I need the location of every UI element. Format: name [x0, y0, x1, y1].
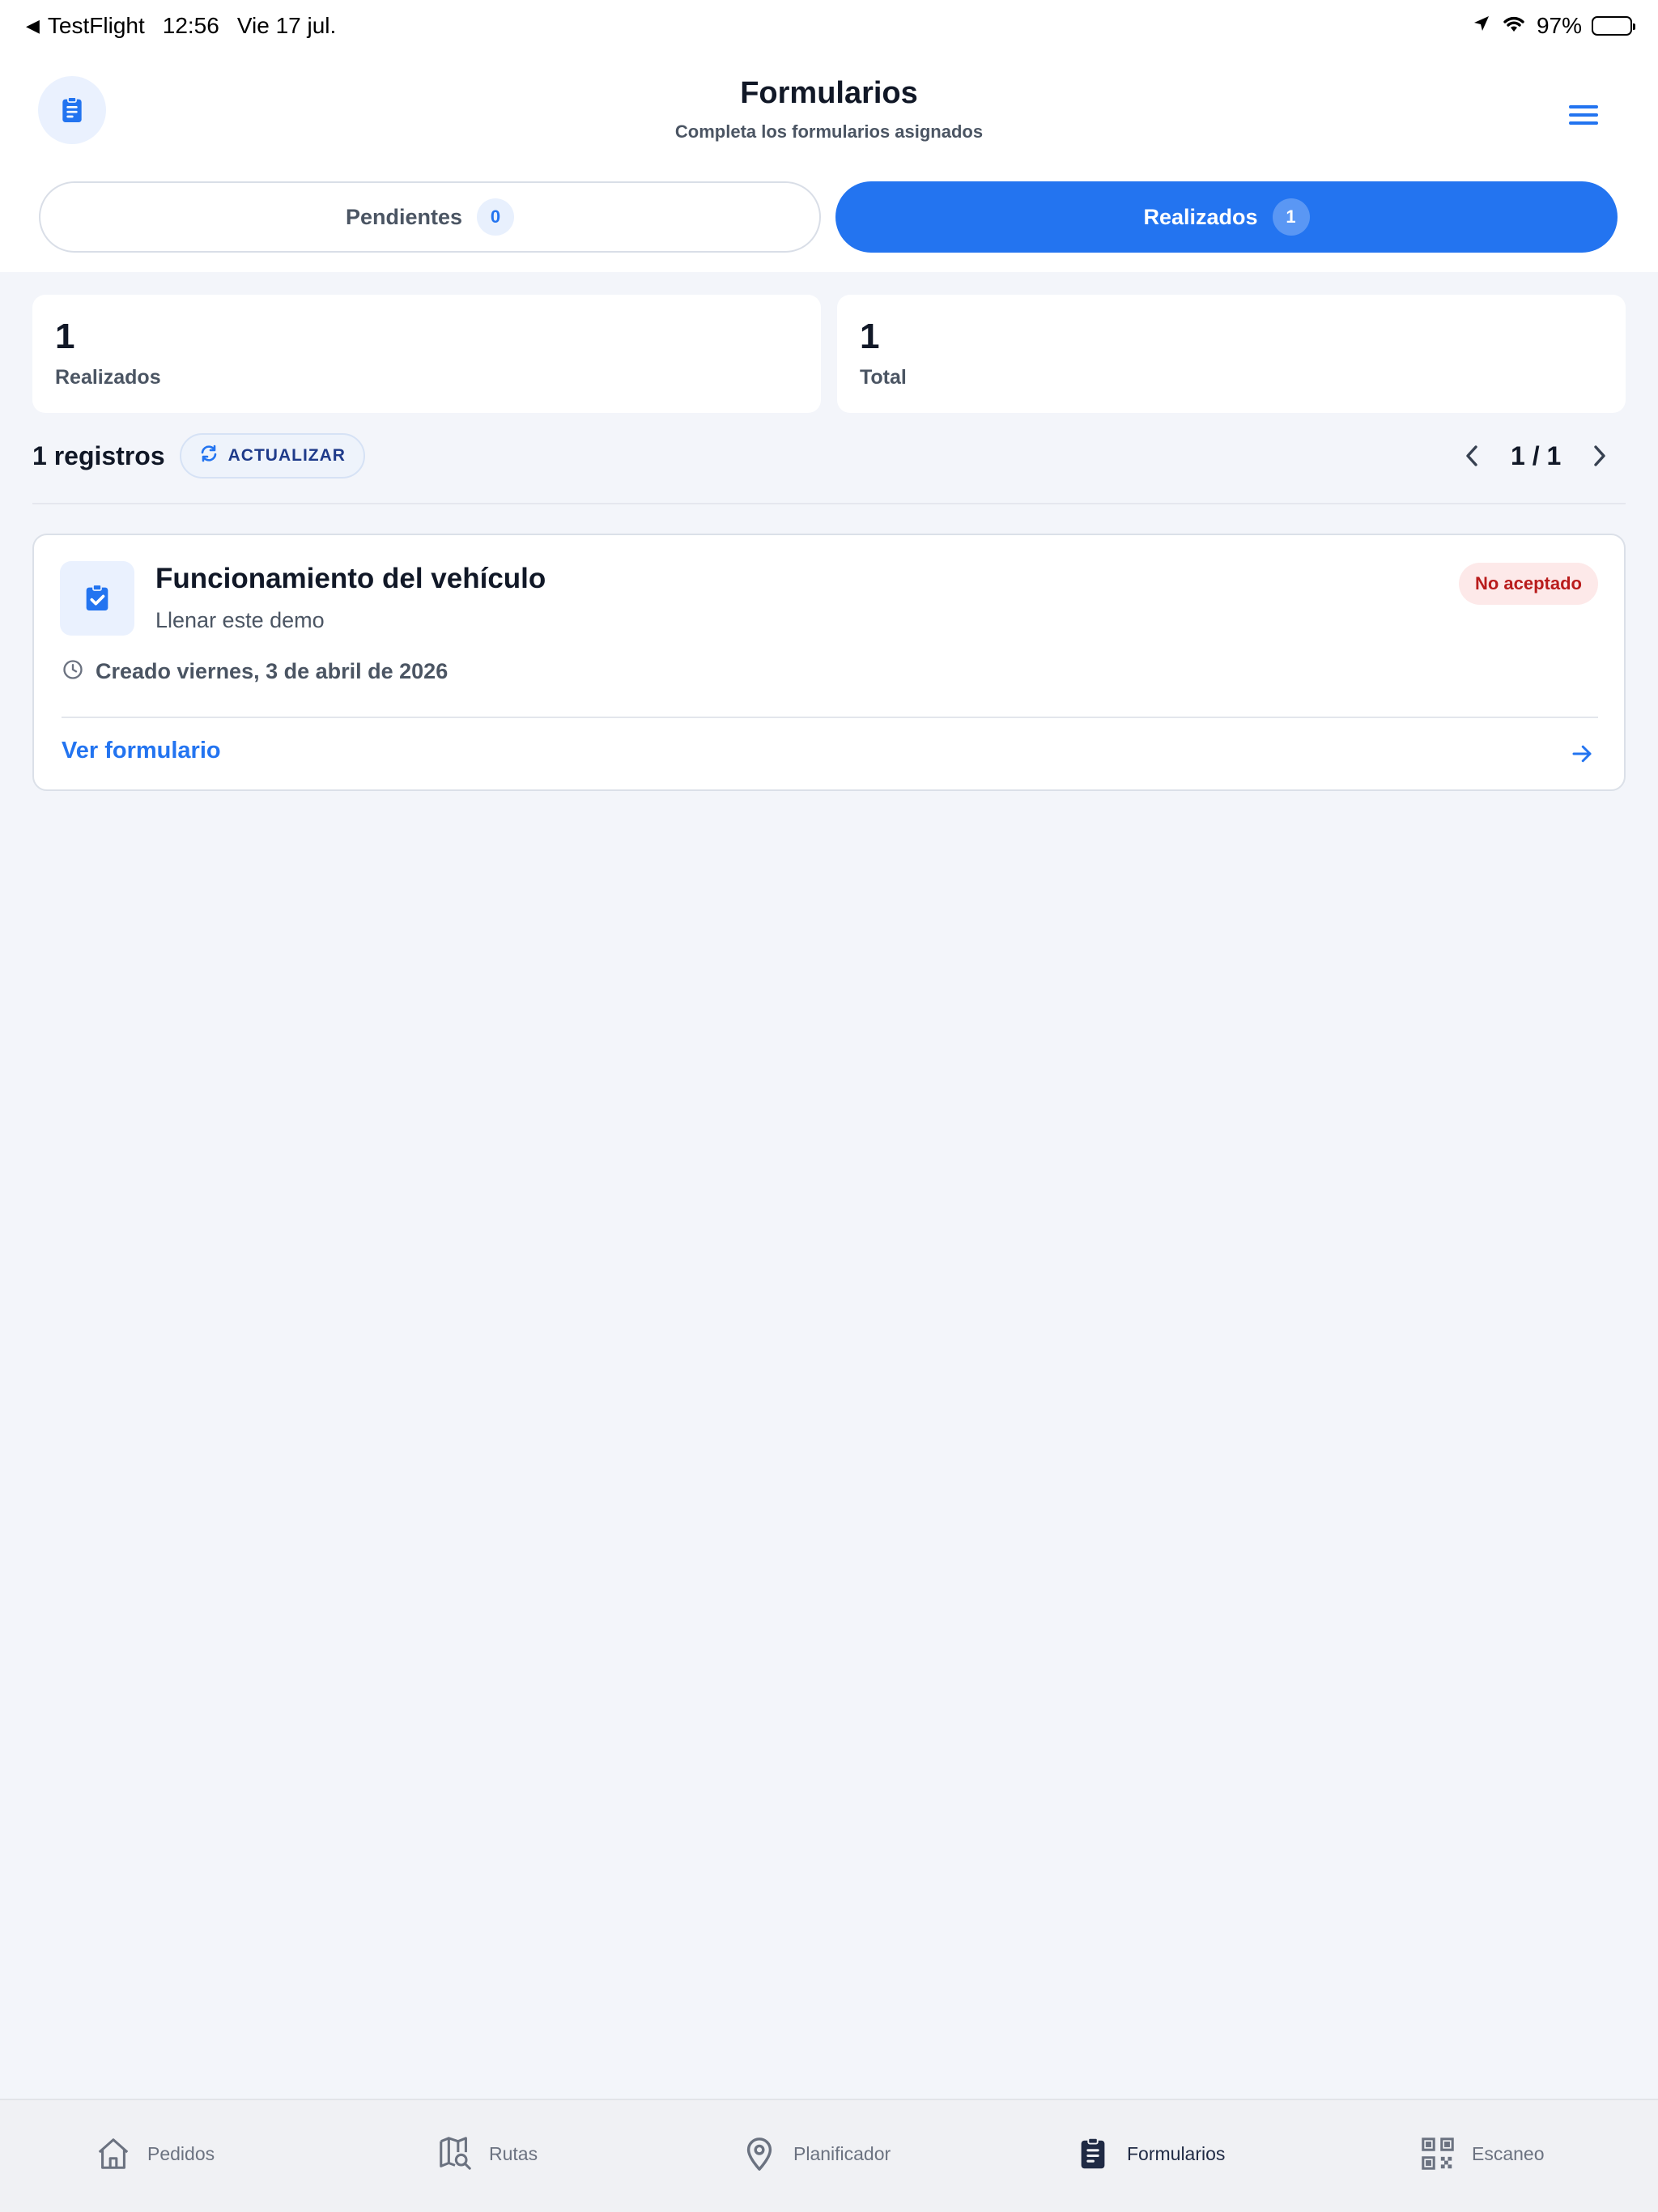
nav-planificador[interactable]: Planificador	[740, 2131, 891, 2176]
battery-icon	[1592, 16, 1635, 36]
qr-code-icon	[1418, 2134, 1457, 2173]
tab-pendientes-label: Pendientes	[345, 204, 463, 229]
view-form-link[interactable]: Ver formulario	[62, 738, 221, 764]
nav-escaneo-label: Escaneo	[1472, 2142, 1545, 2164]
map-search-icon	[436, 2134, 474, 2173]
home-icon	[94, 2134, 133, 2173]
stat-card-realizados: 1 Realizados	[32, 295, 821, 413]
stat-label: Realizados	[55, 366, 161, 389]
nav-rutas-label: Rutas	[489, 2142, 538, 2164]
stat-value: 1	[55, 317, 75, 356]
chevron-right-icon[interactable]	[1585, 441, 1614, 470]
pagination: 1 / 1	[1457, 432, 1614, 479]
map-pin-icon	[740, 2134, 779, 2173]
refresh-button[interactable]: ACTUALIZAR	[179, 433, 365, 479]
clipboard-check-icon	[60, 561, 134, 636]
nav-formularios[interactable]: Formularios	[1073, 2131, 1225, 2176]
back-app-label[interactable]: TestFlight	[48, 13, 145, 39]
bottom-tab-bar: Pedidos Rutas Planificador Formularios E…	[0, 2099, 1658, 2212]
battery-percent: 97%	[1536, 13, 1582, 38]
hamburger-menu-icon[interactable]	[1554, 91, 1613, 139]
clock-icon	[62, 658, 84, 685]
records-toolbar: 1 registros ACTUALIZAR	[32, 432, 365, 479]
nav-rutas[interactable]: Rutas	[436, 2131, 538, 2176]
card-divider	[62, 717, 1598, 718]
status-right: 97%	[1472, 13, 1635, 39]
nav-pedidos[interactable]: Pedidos	[94, 2131, 215, 2176]
created-date: Creado viernes, 3 de abril de 2026	[96, 659, 449, 683]
back-triangle-icon[interactable]: ◀	[26, 15, 40, 36]
clipboard-list-icon	[1073, 2134, 1112, 2173]
status-bar: ◀ TestFlight 12:56 Vie 17 jul. 97%	[0, 0, 1658, 52]
chevron-left-icon[interactable]	[1457, 441, 1486, 470]
nav-planificador-label: Planificador	[793, 2142, 891, 2164]
location-arrow-icon	[1472, 13, 1491, 39]
records-count: 1 registros	[32, 440, 165, 470]
wifi-icon	[1501, 13, 1527, 39]
section-divider	[32, 503, 1626, 504]
app-header: Formularios Completa los formularios asi…	[0, 52, 1658, 272]
tab-realizados[interactable]: Realizados 1	[835, 181, 1618, 253]
form-card[interactable]: Funcionamiento del vehículo Llenar este …	[32, 534, 1626, 791]
tab-pendientes[interactable]: Pendientes 0	[39, 181, 821, 253]
page-subtitle: Completa los formularios asignados	[674, 121, 984, 142]
arrow-right-icon[interactable]	[1566, 738, 1598, 770]
form-title: Funcionamiento del vehículo	[155, 563, 546, 594]
status-badge: No aceptado	[1458, 563, 1598, 605]
nav-escaneo[interactable]: Escaneo	[1418, 2131, 1545, 2176]
status-time: 12:56	[162, 13, 219, 38]
nav-formularios-label: Formularios	[1127, 2142, 1226, 2164]
nav-pedidos-label: Pedidos	[147, 2142, 215, 2164]
status-left: ◀ TestFlight 12:56 Vie 17 jul.	[26, 13, 336, 39]
page-indicator: 1 / 1	[1511, 440, 1562, 470]
stat-label: Total	[860, 366, 907, 389]
created-date-row: Creado viernes, 3 de abril de 2026	[62, 658, 448, 685]
tab-realizados-count: 1	[1272, 198, 1310, 236]
form-description: Llenar este demo	[155, 608, 325, 632]
refresh-label: ACTUALIZAR	[227, 446, 346, 465]
page-title: Formularios	[740, 76, 918, 110]
status-date: Vie 17 jul.	[236, 13, 337, 38]
tab-pendientes-count: 0	[477, 198, 515, 236]
tab-realizados-label: Realizados	[1143, 204, 1258, 229]
stat-card-total: 1 Total	[837, 295, 1626, 413]
stat-value: 1	[860, 317, 880, 356]
refresh-icon	[199, 444, 219, 468]
